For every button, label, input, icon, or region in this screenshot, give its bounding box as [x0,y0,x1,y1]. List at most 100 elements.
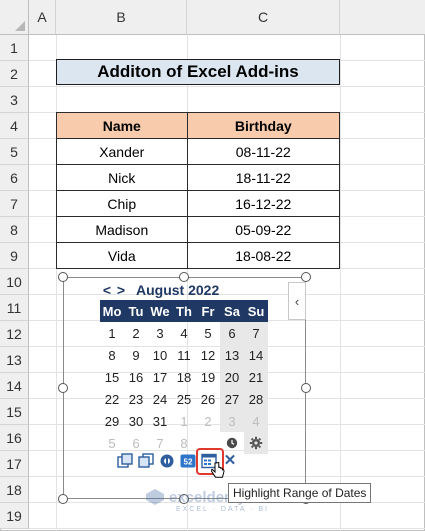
table-row: Xander 08-11-22 [56,138,341,165]
row-header[interactable]: 9 [0,243,29,269]
cell-birthday[interactable]: 08-11-22 [186,138,341,165]
day-cell[interactable]: 20 [220,366,244,388]
weekday-header: Fr [196,300,220,322]
row-header[interactable]: 6 [0,165,29,191]
insert-date-icon[interactable] [117,453,133,469]
cell-name[interactable]: Vida [56,242,188,269]
row-header[interactable]: 5 [0,139,29,165]
row-header[interactable]: 12 [0,321,29,347]
header-birthday[interactable]: Birthday [186,112,341,139]
day-cell[interactable]: 12 [196,344,220,366]
day-cell[interactable]: 10 [148,344,172,366]
day-cell[interactable]: 22 [100,388,124,410]
day-cell[interactable]: 26 [196,388,220,410]
column-header-a[interactable]: A [29,0,56,35]
row-header[interactable]: 15 [0,399,29,425]
resize-handle[interactable] [58,272,68,282]
day-cell-next-month[interactable]: 3 [220,410,244,432]
cell-name[interactable]: Xander [56,138,188,165]
day-cell[interactable]: 25 [172,388,196,410]
week-number-label: 52 [184,458,193,467]
row-header[interactable]: 1 [0,35,29,61]
column-header-b[interactable]: B [56,0,187,35]
day-cell[interactable]: 14 [244,344,268,366]
next-month-button[interactable]: > [114,282,128,298]
cell-birthday[interactable]: 05-09-22 [186,216,341,243]
day-cell[interactable]: 8 [100,344,124,366]
day-cell[interactable]: 1 [100,322,124,344]
row-header[interactable]: 17 [0,451,29,477]
calendar-nav: < > August 2022 [100,281,219,299]
row-header[interactable]: 13 [0,347,29,373]
row-header[interactable]: 3 [0,87,29,113]
day-cell[interactable]: 5 [196,322,220,344]
resize-handle[interactable] [301,272,311,282]
day-cell[interactable]: 16 [124,366,148,388]
gridline [340,35,341,531]
day-cell-next-month[interactable]: 6 [124,432,148,454]
cell-birthday[interactable]: 16-12-22 [186,190,341,217]
day-cell[interactable]: 23 [124,388,148,410]
insert-date-alt-icon[interactable] [138,453,154,469]
table-row: Nick 18-11-22 [56,164,341,191]
resize-handle[interactable] [58,383,68,393]
row-header[interactable]: 18 [0,477,29,503]
gear-icon[interactable] [244,432,268,454]
day-cell[interactable]: 31 [148,410,172,432]
day-cell[interactable]: 18 [172,366,196,388]
cell-name[interactable]: Madison [56,216,188,243]
week-number-icon[interactable]: 52 [180,453,196,469]
day-cell[interactable]: 17 [148,366,172,388]
day-cell[interactable]: 28 [244,388,268,410]
collapse-tab[interactable]: ‹ [288,282,306,320]
month-label[interactable]: August 2022 [136,282,219,298]
cell-name[interactable]: Chip [56,190,188,217]
row-header[interactable]: 10 [0,269,29,295]
gridline [56,35,57,531]
header-name[interactable]: Name [56,112,188,139]
weekday-header: Mo [100,300,124,322]
day-cell-next-month[interactable]: 1 [172,410,196,432]
select-all-corner[interactable] [0,0,29,35]
cell-name[interactable]: Nick [56,164,188,191]
day-cell[interactable]: 6 [220,322,244,344]
sheet-title[interactable]: Additon of Excel Add-ins [56,59,340,85]
cell-birthday[interactable]: 18-11-22 [186,164,341,191]
settings-globe-icon[interactable] [159,453,175,469]
day-cell[interactable]: 24 [148,388,172,410]
column-header-c[interactable]: C [187,0,340,35]
row-header[interactable]: 11 [0,295,29,321]
day-cell[interactable]: 4 [172,322,196,344]
row-header[interactable]: 8 [0,217,29,243]
day-cell[interactable]: 7 [244,322,268,344]
day-cell[interactable]: 29 [100,410,124,432]
cell-birthday[interactable]: 18-08-22 [186,242,341,269]
day-cell-next-month[interactable]: 4 [244,410,268,432]
day-cell[interactable]: 11 [172,344,196,366]
row-header[interactable]: 2 [0,61,29,87]
day-cell[interactable]: 9 [124,344,148,366]
row-header[interactable]: 19 [0,503,29,529]
resize-handle[interactable] [301,383,311,393]
close-glyph: ✕ [223,452,237,469]
weekday-header: We [148,300,172,322]
day-cell[interactable]: 27 [220,388,244,410]
day-cell[interactable]: 13 [220,344,244,366]
day-cell[interactable]: 19 [196,366,220,388]
row-header[interactable]: 16 [0,425,29,451]
day-cell[interactable]: 30 [124,410,148,432]
day-cell-next-month[interactable]: 5 [100,432,124,454]
row-header[interactable]: 4 [0,113,29,139]
prev-month-button[interactable]: < [100,282,114,298]
calendar-grid: Mo Tu We Th Fr Sa Su 1 2 3 4 5 6 7 8 9 1… [100,300,268,454]
day-cell[interactable]: 21 [244,366,268,388]
resize-handle[interactable] [58,494,68,504]
day-cell[interactable]: 15 [100,366,124,388]
row-header[interactable]: 14 [0,373,29,399]
day-cell-next-month[interactable]: 2 [196,410,220,432]
day-cell[interactable]: 3 [148,322,172,344]
row-header[interactable]: 7 [0,191,29,217]
day-cell-next-month[interactable]: 7 [148,432,172,454]
day-cell[interactable]: 2 [124,322,148,344]
day-cell-next-month[interactable]: 8 [172,432,196,454]
